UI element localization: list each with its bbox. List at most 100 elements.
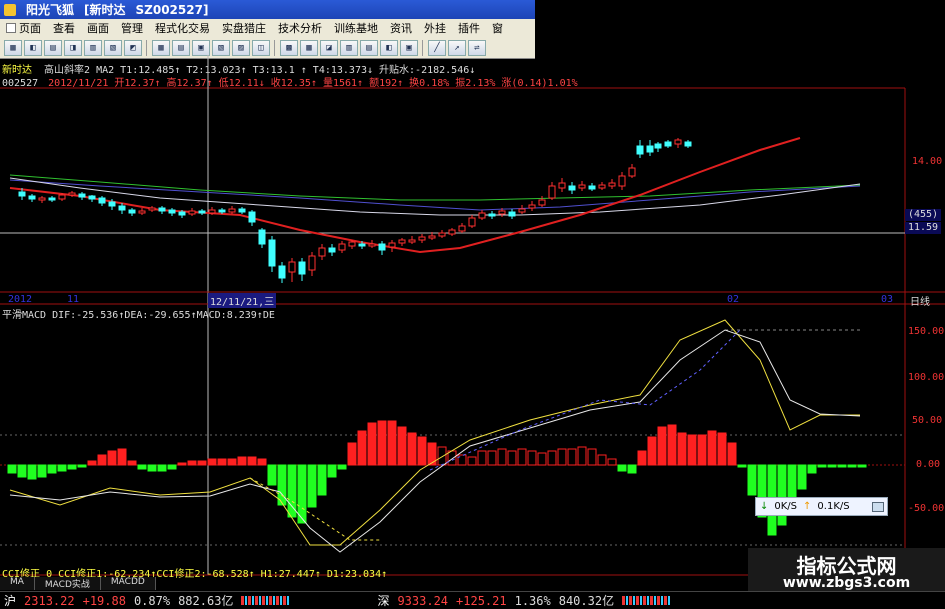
upload-arrow-icon: ↑ <box>803 501 812 512</box>
period-label[interactable]: 日线 <box>910 293 930 308</box>
macd-histogram-bar <box>497 448 507 466</box>
macd-histogram-bar <box>217 458 227 466</box>
candle-body <box>58 194 66 200</box>
ma-white-line <box>9 177 861 216</box>
status-bar: 沪 2313.22 +19.88 0.87% 882.63亿 深 9333.24… <box>0 591 945 609</box>
candle-body <box>664 141 672 147</box>
macd-histogram-bar <box>517 448 527 466</box>
candle-body <box>338 243 346 251</box>
candle-body <box>138 210 146 214</box>
stock-chart[interactable] <box>0 0 945 609</box>
sh-index: 2313.22 <box>24 593 75 608</box>
macd-histogram-bar <box>377 420 387 466</box>
indicator-tabs: MA MACD实战 MACDD <box>0 577 156 590</box>
candle-body <box>18 191 26 197</box>
macd-axis-50: 50.00 <box>912 415 943 426</box>
ma-green-line <box>9 174 861 201</box>
macd-histogram-bar <box>57 464 67 472</box>
candle-body <box>654 143 662 149</box>
macd-axis-neg50: -50.00 <box>908 503 945 514</box>
candle-body <box>278 265 286 279</box>
candle-body <box>68 192 76 196</box>
macd-histogram-bar <box>97 454 107 466</box>
macd-histogram-bar <box>167 464 177 470</box>
tray-icon[interactable] <box>872 501 884 512</box>
tab-ma[interactable]: MA <box>0 577 35 590</box>
candle-body <box>268 239 276 267</box>
tab-macd-practice[interactable]: MACD实战 <box>34 577 101 590</box>
download-speed: 0K/S <box>774 501 798 512</box>
candle-body <box>148 207 156 211</box>
macd-histogram-bar <box>17 464 27 478</box>
candle-body <box>674 139 682 145</box>
candle-body <box>388 242 396 248</box>
macd-histogram-bar <box>147 464 157 472</box>
macd-histogram-bar <box>257 458 267 466</box>
candle-body <box>28 195 36 200</box>
candle-body <box>378 243 386 251</box>
tab-macdd[interactable]: MACDD <box>100 577 156 590</box>
macd-histogram-bar <box>727 442 737 466</box>
candle-body <box>48 197 56 201</box>
price-selection-count: (455) <box>905 209 941 221</box>
candle-body <box>548 185 556 199</box>
macd-histogram-bar <box>597 454 607 466</box>
macd-histogram-bar <box>37 464 47 478</box>
macd-histogram-bar <box>107 450 117 466</box>
macd-histogram-bar <box>447 450 457 466</box>
download-arrow-icon: ↓ <box>760 501 769 512</box>
candle-body <box>478 212 486 219</box>
macd-histogram-bar <box>417 436 427 466</box>
candle-body <box>288 261 296 273</box>
macd-histogram-bar <box>847 464 857 468</box>
macd-histogram-bar <box>577 446 587 466</box>
macd-histogram-bar <box>77 464 87 468</box>
date-year: 2012 <box>8 294 33 305</box>
macd-histogram-bar <box>737 464 747 468</box>
macd-histogram-bar <box>127 460 137 466</box>
macd-histogram-bar <box>267 464 277 486</box>
candle-body <box>128 209 136 214</box>
macd-histogram-bar <box>307 464 317 508</box>
candle-body <box>368 243 376 247</box>
macd-histogram-bar <box>487 450 497 466</box>
candle-body <box>684 141 692 147</box>
candle-body <box>538 199 546 206</box>
macd-histogram-bar <box>347 442 357 466</box>
date-month-02: 02 <box>727 294 740 305</box>
candle-body <box>598 184 606 189</box>
macd-histogram-bar <box>537 452 547 466</box>
candle-body <box>108 201 116 207</box>
macd-histogram-bar <box>247 456 257 466</box>
macd-histogram-bar <box>387 420 397 466</box>
dif-line <box>9 319 860 546</box>
candle-body <box>298 261 306 275</box>
candle-body <box>168 209 176 214</box>
macd-histogram-bar <box>627 464 637 474</box>
sh-percent: 0.87% <box>133 593 171 608</box>
sz-label: 深 <box>377 594 390 608</box>
candle-body <box>588 185 596 190</box>
candle-body <box>468 217 476 227</box>
macd-histogram-bar <box>397 426 407 466</box>
macd-histogram-bar <box>137 464 147 470</box>
network-speed-popup[interactable]: ↓ 0K/S ↑ 0.1K/S <box>755 497 888 516</box>
candle-body <box>118 205 126 211</box>
price-cursor-value: 11.59 <box>905 222 941 234</box>
macd-histogram-bar <box>677 432 687 466</box>
macd-histogram-bar <box>117 448 127 466</box>
candle-body <box>248 211 256 223</box>
price-axis-label: 14.00 <box>912 156 943 167</box>
macd-histogram-bar <box>687 434 697 466</box>
macd-histogram-bar <box>187 460 197 466</box>
candle-body <box>618 175 626 187</box>
macd-histogram-bar <box>837 464 847 468</box>
candle-body <box>328 247 336 253</box>
macd-histogram-bar <box>327 464 337 478</box>
candle-body <box>448 229 456 235</box>
macd-histogram-bar <box>357 430 367 466</box>
sh-breadth-bar <box>241 596 290 605</box>
candle-body <box>418 236 426 241</box>
macd-histogram-bar <box>177 462 187 466</box>
candle-body <box>558 182 566 189</box>
